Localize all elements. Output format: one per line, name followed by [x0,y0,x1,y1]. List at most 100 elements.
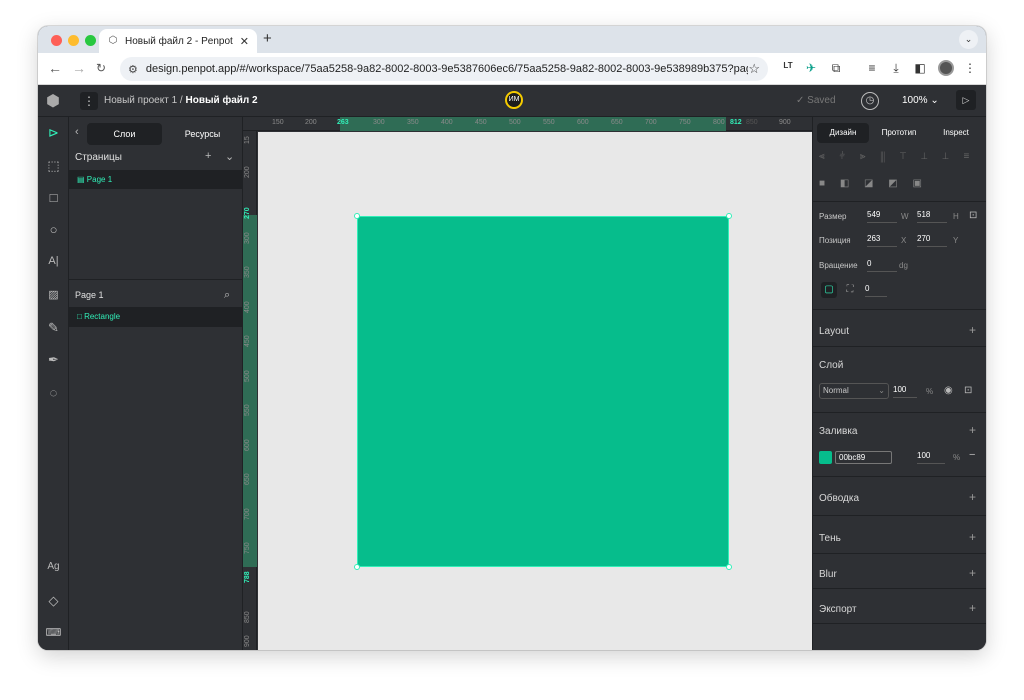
close-window-button[interactable] [51,35,62,46]
radius-input[interactable]: 0 [865,284,887,297]
comments-tool-icon[interactable]: ◌ [38,385,69,400]
user-avatar[interactable]: ИМ [505,91,523,109]
project-name[interactable]: Новый проект 1 / [104,95,183,106]
fill-hex-input[interactable]: 00bc89 [835,451,892,464]
extension-pin-icon[interactable]: ✈ [803,61,819,75]
collapse-panel-icon[interactable]: ‹ [75,126,79,138]
text-tool-icon[interactable]: A| [38,255,69,267]
zoom-dropdown[interactable]: 100% ⌄ [902,95,939,106]
ruler-tick: 700 [244,508,251,520]
resize-handle-bottom-right[interactable] [726,564,732,570]
rectangle-tool-icon[interactable]: □ [38,190,69,205]
layer-item-rectangle[interactable]: □ Rectangle [69,307,243,327]
proportion-lock-icon[interactable]: ⊡ [969,210,977,221]
fill-opacity-input[interactable]: 100 [917,451,945,464]
section-divider [813,346,986,347]
tab-search-button[interactable]: ⌄ [959,30,978,49]
close-tab-icon[interactable]: ✕ [240,35,249,48]
layout-section-title: Layout [819,326,850,337]
reading-list-icon[interactable]: ≡ [864,61,880,75]
resize-handle-top-right[interactable] [726,213,732,219]
profile-avatar[interactable] [938,60,954,76]
history-icon[interactable]: ◷ [861,92,879,110]
add-blur-icon[interactable]: + [969,566,976,580]
ruler-tick-selection-end: 788 [244,571,251,583]
collapse-pages-icon[interactable]: ⌄ [225,150,234,163]
board-tool-icon[interactable]: ⬚ [38,158,69,174]
extensions-puzzle-icon[interactable]: ⧉ [828,61,844,76]
ruler-tick: 400 [441,119,453,126]
browser-menu-icon[interactable]: ⋮ [962,61,978,75]
visibility-eye-icon[interactable]: ◉ [944,385,953,396]
rotation-input[interactable]: 0 [867,259,897,272]
section-divider [813,623,986,624]
reload-icon[interactable]: ↻ [96,61,106,75]
image-tool-icon[interactable]: ▨ [38,288,69,301]
resize-handle-top-left[interactable] [354,213,360,219]
current-page-title: Page 1 [75,290,104,300]
tab-design[interactable]: Дизайн [817,123,869,143]
add-export-icon[interactable]: + [969,601,976,615]
side-panel-icon[interactable]: ◧ [912,61,928,75]
main-menu-button[interactable]: ⋮ [80,92,98,110]
forward-icon[interactable]: → [72,60,86,76]
search-icon[interactable]: ⌕ [224,289,230,302]
back-icon[interactable]: ← [48,60,62,76]
minimize-window-button[interactable] [68,35,79,46]
extension-translate-icon[interactable]: LT [780,61,796,70]
fill-color-swatch[interactable] [819,451,832,464]
fill-section-title: Заливка [819,426,858,437]
path-tool-icon[interactable]: ✒ [38,352,69,368]
add-stroke-icon[interactable]: + [969,490,976,504]
resize-handle-bottom-left[interactable] [354,564,360,570]
tab-prototype[interactable]: Прототип [873,123,925,143]
view-mode-play-icon[interactable]: ▷ [956,90,976,110]
page-list-item[interactable]: ▤ Page 1 [69,170,243,189]
shortcuts-keyboard-icon[interactable]: ⌨ [38,626,69,639]
radius-all-icon[interactable]: ▢ [821,282,837,298]
boolean-tools-icon[interactable]: ■ ◧ ◪ ◩ ▣ [819,178,928,189]
ruler-tick: 800 [713,119,725,126]
y-input[interactable]: 270 [917,234,947,247]
layer-opacity-input[interactable]: 100 [893,385,917,398]
ruler-tick-selection-end: 812 [730,119,742,126]
add-fill-icon[interactable]: + [969,423,976,437]
add-page-icon[interactable]: + [205,150,211,162]
section-divider [813,515,986,516]
rectangle-shape[interactable] [357,216,729,567]
align-tools-icon[interactable]: ⫷ ⫩ ⫸ ⫼ ⊤ ⊥ ⊥ ≡ [819,151,975,162]
height-input[interactable]: 518 [917,210,947,223]
file-name[interactable]: Новый файл 2 [186,95,258,106]
ruler-tick-selection-start: 270 [244,207,251,219]
download-icon[interactable]: ⤓ [888,61,904,76]
remove-fill-icon[interactable]: − [969,449,975,461]
curve-tool-icon[interactable]: ✎ [38,320,69,336]
ruler-tick: 750 [679,119,691,126]
add-layout-icon[interactable]: + [969,323,976,337]
color-palette-icon[interactable]: ◇ [38,593,69,609]
blend-mode-select[interactable]: Normal ⌄ [819,383,889,399]
ruler-horizontal: 150 200 263 300 350 400 450 500 550 600 … [243,117,812,131]
site-settings-icon[interactable]: ⚙ [128,63,138,76]
penpot-logo-icon[interactable]: ⬢ [46,91,60,111]
bookmark-star-icon[interactable]: ☆ [748,61,760,77]
typography-button[interactable]: Ag [38,561,69,572]
ruler-tick: 900 [244,635,251,647]
width-input[interactable]: 549 [867,210,897,223]
tab-assets[interactable]: Ресурсы [165,123,240,145]
maximize-window-button[interactable] [85,35,96,46]
ellipse-tool-icon[interactable]: ○ [38,222,69,237]
position-label: Позиция [819,236,851,245]
new-tab-button[interactable]: + [263,30,272,47]
lock-icon[interactable]: ⊡ [964,385,972,396]
move-tool-icon[interactable]: ⊳ [38,125,69,141]
address-bar[interactable]: ⚙ design.penpot.app/#/workspace/75aa5258… [120,57,768,81]
tab-title: Новый файл 2 - Penpot [125,35,233,47]
browser-tab[interactable]: ⬡ Новый файл 2 - Penpot ✕ [99,29,257,53]
tab-layers[interactable]: Слои [87,123,162,145]
radius-independent-icon[interactable]: ⛶ [842,282,858,298]
x-input[interactable]: 263 [867,234,897,247]
add-shadow-icon[interactable]: + [969,530,976,544]
tab-inspect[interactable]: Inspect [931,123,981,143]
design-canvas[interactable] [258,132,812,650]
